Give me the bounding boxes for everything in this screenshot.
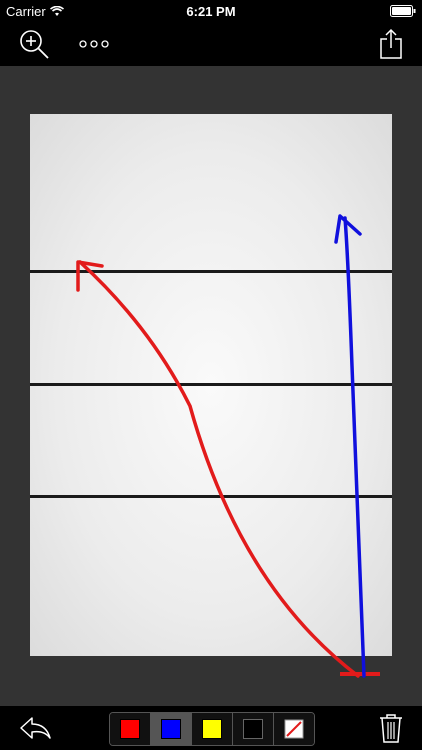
undo-button[interactable] bbox=[16, 712, 54, 744]
red-arrow-stroke bbox=[78, 260, 360, 678]
zoom-in-icon bbox=[20, 30, 49, 59]
undo-icon bbox=[20, 717, 51, 739]
color-swatch-black[interactable] bbox=[233, 713, 274, 745]
top-toolbar bbox=[0, 22, 422, 66]
status-bar: Carrier 6:21 PM bbox=[0, 0, 422, 22]
drawing-canvas-area[interactable] bbox=[0, 66, 422, 706]
more-options-button[interactable] bbox=[76, 30, 112, 58]
color-swatch-eraser[interactable] bbox=[274, 713, 314, 745]
zoom-in-button[interactable] bbox=[16, 28, 52, 60]
blue-swatch bbox=[161, 719, 181, 739]
more-options-icon bbox=[79, 40, 109, 48]
blue-arrow-stroke bbox=[343, 216, 366, 678]
trash-icon bbox=[380, 714, 402, 743]
color-swatch-yellow[interactable] bbox=[192, 713, 233, 745]
eraser-swatch-icon bbox=[284, 719, 304, 739]
red-swatch bbox=[120, 719, 140, 739]
bottom-toolbar bbox=[0, 706, 422, 750]
color-swatch-blue[interactable] bbox=[151, 713, 192, 745]
status-time: 6:21 PM bbox=[186, 4, 236, 19]
drawing-layer bbox=[76, 214, 380, 678]
yellow-swatch bbox=[202, 719, 222, 739]
color-palette bbox=[109, 712, 315, 746]
share-icon bbox=[380, 28, 402, 59]
trash-button[interactable] bbox=[376, 712, 406, 744]
share-button[interactable] bbox=[374, 26, 408, 62]
battery-icon bbox=[390, 5, 416, 17]
black-swatch bbox=[243, 719, 263, 739]
color-swatch-red[interactable] bbox=[110, 713, 151, 745]
red-arrowhead bbox=[76, 260, 104, 292]
